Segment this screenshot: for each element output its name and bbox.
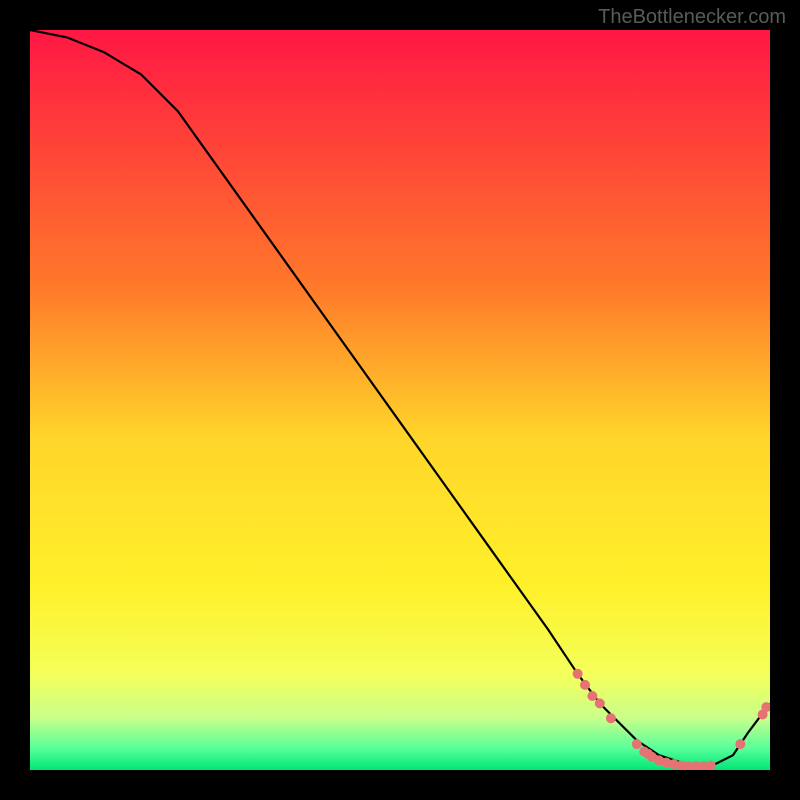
marker-point [735,739,745,749]
marker-point [587,691,597,701]
chart-svg [30,30,770,770]
watermark-text: TheBottlenecker.com [598,6,786,29]
gradient-background [30,30,770,770]
marker-point [606,713,616,723]
marker-point [595,698,605,708]
marker-point [632,739,642,749]
marker-point [580,680,590,690]
chart-plot-area [30,30,770,770]
marker-point [573,669,583,679]
